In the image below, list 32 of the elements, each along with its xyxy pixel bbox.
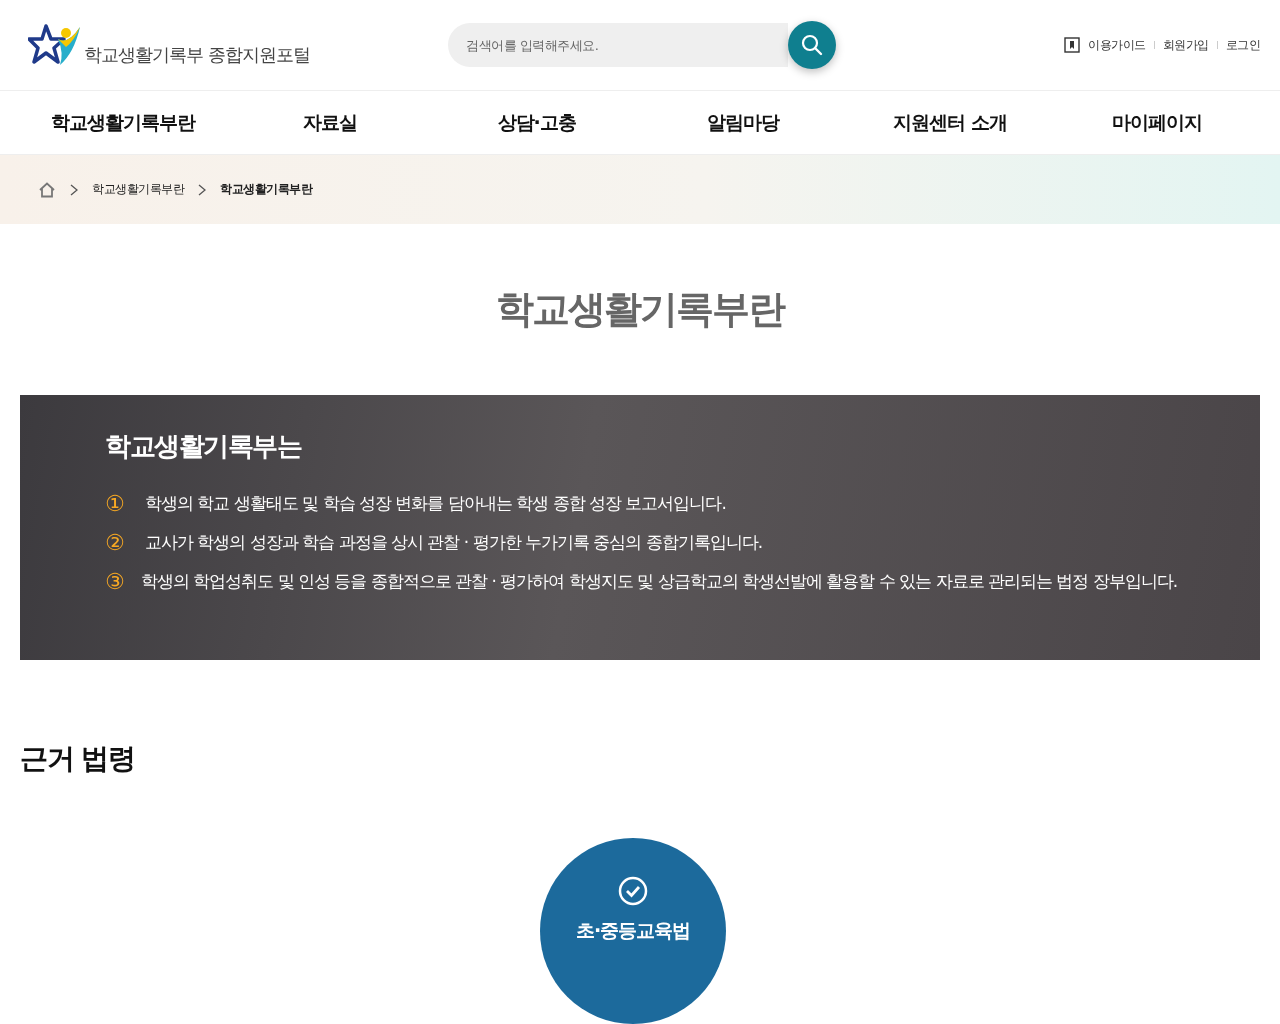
star-logo-icon <box>28 23 82 68</box>
chevron-right-icon <box>70 183 78 196</box>
nav-item[interactable]: 학교생활기록부란 <box>51 109 196 136</box>
number-marker: ② <box>105 530 126 556</box>
bookmark-icon <box>1064 37 1080 54</box>
banner-text: 학생의 학교 생활태도 및 학습 성장 변화를 담아내는 학생 종합 성장 보고서입니다. <box>145 492 726 516</box>
search-field[interactable]: 검색어를 입력해주세요. <box>448 23 788 68</box>
header-link[interactable]: 회원가입 <box>1162 36 1209 54</box>
breadcrumb-link[interactable]: 학교생활기록부란 <box>92 181 184 199</box>
nav-item[interactable]: 마이페이지 <box>1111 109 1202 136</box>
number-marker: ① <box>105 491 126 517</box>
banner-title: 학교생활기록부는 <box>105 430 303 464</box>
search-button[interactable] <box>788 21 836 70</box>
home-icon[interactable] <box>38 181 56 198</box>
banner-text: 교사가 학생의 성장과 학습 과정을 상시 관찰 · 평가한 누가기록 중심의 종합기록입니다. <box>145 531 763 555</box>
header-link[interactable]: 로그인 <box>1225 36 1260 54</box>
section-heading: 근거 법령 <box>20 741 136 777</box>
law-label: 초·중등교육법 <box>575 918 691 943</box>
search-icon <box>801 34 823 57</box>
logo-text[interactable]: 학교생활기록부 종합지원포털 <box>84 43 310 68</box>
guide-link[interactable]: 이용가이드 <box>1088 36 1146 54</box>
page-title: 학교생활기록부란 <box>495 286 786 334</box>
number-marker: ③ <box>105 569 125 595</box>
nav-item[interactable]: 알림마당 <box>707 109 780 136</box>
law-circle[interactable]: 초·중등교육법 <box>540 838 726 1024</box>
chevron-right-icon <box>198 183 206 196</box>
breadcrumb-link[interactable]: 학교생활기록부란 <box>220 181 312 199</box>
nav-item[interactable]: 상담·고충 <box>497 109 576 136</box>
nav-item[interactable]: 지원센터 소개 <box>893 109 1007 136</box>
check-circle-icon <box>618 876 648 906</box>
banner-text: 학생의 학업성취도 및 인성 등을 종합적으로 관찰 · 평가하여 학생지도 및 상급학교의 학생선발에 활용할 수 있는 자료로 관리되는 법정 장부입니다. <box>140 570 1178 594</box>
nav-item[interactable]: 자료실 <box>303 109 357 136</box>
